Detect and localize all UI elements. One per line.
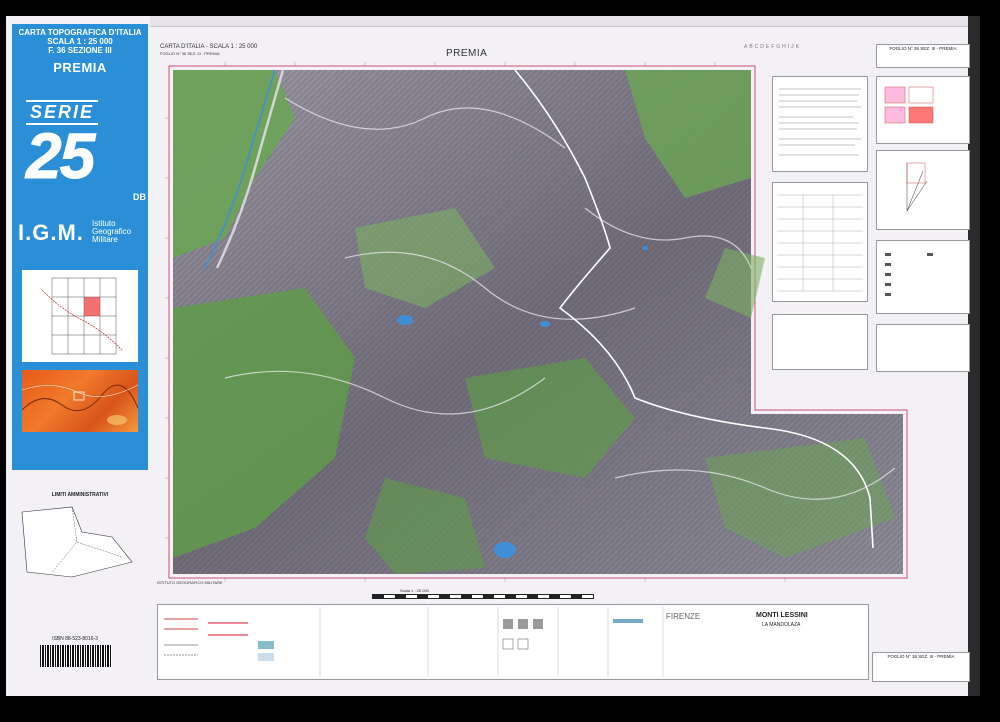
sheet-index-map	[22, 270, 138, 362]
admin-limits-panel: LIMITI AMMINISTRATIVI	[12, 492, 148, 604]
top-strip	[150, 16, 968, 27]
cover-title: PREMIA	[53, 60, 107, 75]
cover-line-2: SCALA 1 : 25 000	[47, 37, 113, 46]
sheet-id-bottom: FOGLIO N° 36 SEZ. III - PREMIA	[872, 652, 970, 682]
coordinates-table-graphic	[777, 194, 863, 292]
sheet-id-top-text: FOGLIO N° 36 SEZ. III - PREMIA	[889, 46, 957, 51]
serie-suffix: DB	[133, 192, 146, 202]
adjacent-sheets-panel	[876, 76, 970, 144]
serie-number: 25	[26, 120, 96, 192]
legend-monti-lessini: MONTI LESSINI	[756, 612, 808, 619]
index-map-graphic	[41, 277, 123, 355]
barcode	[40, 645, 112, 667]
cover-line-1: CARTA TOPOGRAFICA D'ITALIA	[18, 28, 142, 37]
scale-bar	[372, 594, 594, 599]
symbols-graphic	[885, 253, 933, 296]
sheet-code: ABCDEFGHIJK	[744, 44, 802, 50]
coordinates-table	[772, 182, 868, 302]
legend-la-mandolaza: LA MANDOLAZA	[762, 622, 801, 628]
serie-badge: SERIE 25 DB	[26, 100, 146, 202]
sheet-id-bottom-text: FOGLIO N° 36 SEZ. III - PREMIA	[887, 654, 955, 659]
utm-panel	[772, 314, 868, 370]
admin-limits-title: LIMITI AMMINISTRATIVI	[51, 492, 109, 498]
isbn-label: ISBN 88-523-8016-3	[52, 636, 98, 642]
igm-name: Istituto Geografico Militare	[92, 220, 131, 244]
relief-thumbnail	[21, 370, 139, 432]
map-footer-org: ISTITUTO GEOGRAFICO MILITARE	[157, 580, 223, 585]
footer-org-text: ISTITUTO GEOGRAFICO MILITARE	[157, 580, 223, 585]
sheet-data-panel	[876, 324, 970, 372]
sheet-id-top: FOGLIO N° 36 SEZ. III - PREMIA	[876, 44, 970, 68]
admin-limits-map	[21, 506, 133, 578]
scale-text: Scala 1 : 25 000	[400, 588, 429, 593]
map-header-sheet: FOGLIO N° 36 SEZ. III - PREMIA	[160, 51, 220, 56]
symbols-panel	[876, 240, 970, 314]
igm-name-line-3: Militare	[92, 235, 118, 244]
map-header-scale: CARTA D'ITALIA - SCALA 1 : 25 000	[160, 44, 258, 50]
info-panel-general	[772, 76, 868, 172]
relief-graphic	[21, 384, 139, 425]
igm-logo: I.G.M.	[18, 220, 84, 245]
info-text-lines	[779, 88, 861, 156]
declination-panel	[876, 150, 970, 230]
cover-panel: CARTA TOPOGRAFICA D'ITALIA SCALA 1 : 25 …	[12, 24, 148, 470]
adjacent-sheets-graphic	[884, 86, 934, 124]
declination-graphic	[906, 162, 928, 212]
legend-firenze: FIRENZE	[666, 612, 701, 621]
cover-line-3: F. 36 SEZIONE III	[48, 46, 112, 55]
